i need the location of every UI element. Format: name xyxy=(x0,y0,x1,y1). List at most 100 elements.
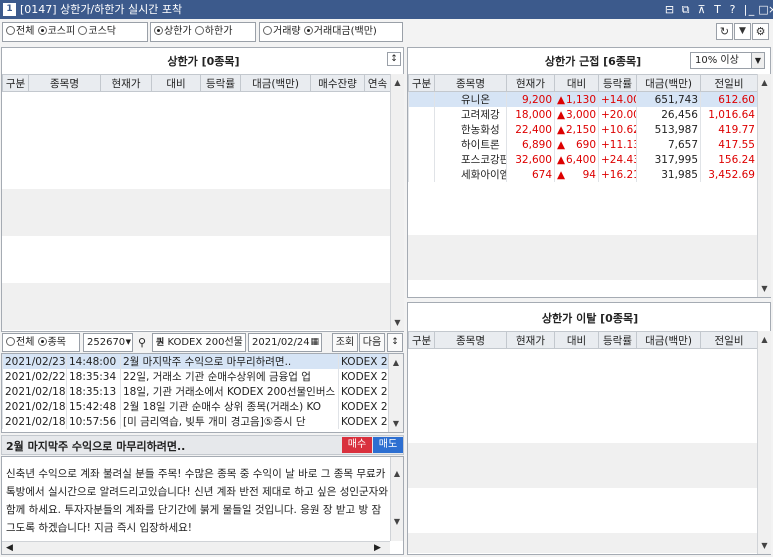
scroll-up-icon[interactable]: ▲ xyxy=(391,467,403,480)
scroll-left-icon[interactable]: ◀ xyxy=(6,542,13,554)
upper-limit-table: 구분 종목명 현재가 대비 등락률 대금(백만) 매수잔량 연속 xyxy=(2,74,391,92)
col-price[interactable]: 현재가 xyxy=(506,331,555,349)
list-item[interactable]: 2021/02/22 18:35:34 22일, 거래소 기관 순매수상위에 금융업… xyxy=(2,369,389,384)
col-price[interactable]: 현재가 xyxy=(506,74,555,92)
vertical-scrollbar[interactable]: ▲ ▼ xyxy=(757,331,771,554)
col-rate[interactable]: 등락률 xyxy=(200,74,241,92)
col-change[interactable]: 대비 xyxy=(554,331,599,349)
radio-lower-limit[interactable]: 하한가 xyxy=(194,26,232,37)
radio-trade-amount[interactable]: 거래대금(백만) xyxy=(303,26,377,37)
upper-limit-title: 상한가 [0종목] xyxy=(167,55,240,68)
up-arrow-icon: ▲ xyxy=(557,168,566,181)
scroll-down-icon[interactable]: ▼ xyxy=(389,417,403,430)
etf-icon: 퀀 xyxy=(156,338,165,348)
date-input[interactable]: 2021/02/24 ▦ xyxy=(248,333,322,352)
scroll-right-icon[interactable]: ▶ xyxy=(374,542,381,554)
sell-button[interactable]: 매도 xyxy=(373,437,403,453)
list-item[interactable]: 2021/02/18 10:57:56 [미 금리역습, 빚투 개미 경고음]⑤증시… xyxy=(2,414,389,429)
col-rate[interactable]: 등락률 xyxy=(598,331,637,349)
col-consecutive[interactable]: 연속 xyxy=(364,74,391,92)
font-icon[interactable]: T xyxy=(711,2,724,17)
col-name[interactable]: 종목명 xyxy=(434,74,507,92)
sort-toggle-icon[interactable]: ↕ xyxy=(387,52,401,66)
near-limit-title: 상한가 근접 [6종목] xyxy=(544,55,642,68)
radio-kospi[interactable]: 코스피 xyxy=(37,26,75,37)
dropdown-icon[interactable]: ▼ xyxy=(734,23,751,40)
vertical-scrollbar[interactable]: ▲ ▼ xyxy=(757,74,771,297)
col-price[interactable]: 현재가 xyxy=(100,74,152,92)
col-bid-qty[interactable]: 매수잔량 xyxy=(310,74,365,92)
col-amount[interactable]: 대금(백만) xyxy=(636,74,701,92)
col-prev-ratio[interactable]: 전일비 xyxy=(700,331,758,349)
search-icon[interactable]: ⚲ xyxy=(134,334,150,351)
col-prev-ratio[interactable]: 전일비 xyxy=(700,74,758,92)
col-amount[interactable]: 대금(백만) xyxy=(636,331,701,349)
up-arrow-icon: ▲ xyxy=(557,138,566,151)
calendar-icon[interactable]: ▦ xyxy=(310,334,319,351)
table-row[interactable]: 하이트론 6,890 ▲ 690 +11.13 7,657 417.55 xyxy=(408,137,758,152)
near-limit-table: 구분 종목명 현재가 대비 등락률 대금(백만) 전일비 유니온 9,200 ▲… xyxy=(408,74,758,182)
scroll-down-icon[interactable]: ▼ xyxy=(391,316,404,329)
scroll-up-icon[interactable]: ▲ xyxy=(391,76,404,89)
close-icon[interactable]: × xyxy=(768,2,773,17)
etf-name-field[interactable]: 퀀 KODEX 200선물 xyxy=(152,333,246,352)
market-filter: 전체 코스피 코스닥 xyxy=(2,22,148,42)
help-icon[interactable]: ? xyxy=(726,2,739,17)
stock-name[interactable]: 포스코강판 xyxy=(434,152,507,167)
settings-icon[interactable]: ⚙ xyxy=(752,23,769,40)
vertical-scrollbar[interactable]: ▲ ▼ xyxy=(388,354,403,432)
chevron-down-icon: ▼ xyxy=(751,53,764,68)
buy-button[interactable]: 매수 xyxy=(342,437,372,453)
radio-volume[interactable]: 거래량 xyxy=(263,26,301,37)
threshold-select[interactable]: 10% 이상 ▼ xyxy=(690,52,765,69)
restore-icon[interactable]: ⊟ xyxy=(663,2,676,17)
scroll-up-icon[interactable]: ▲ xyxy=(758,76,771,89)
refresh-icon[interactable]: ↻ xyxy=(716,23,733,40)
scroll-down-icon[interactable]: ▼ xyxy=(391,515,403,528)
stock-name[interactable]: 고려제강 xyxy=(434,107,507,122)
stock-name[interactable]: 하이트론 xyxy=(434,137,507,152)
col-type[interactable]: 구분 xyxy=(408,331,435,349)
radio-news-all[interactable]: 전체 xyxy=(6,337,34,348)
list-item[interactable]: 2021/02/18 15:42:48 2월 18일 기관 순매수 상위 종목(거래… xyxy=(2,399,389,414)
stock-name[interactable]: 유니온 xyxy=(434,91,507,107)
col-name[interactable]: 종목명 xyxy=(28,74,101,92)
table-row[interactable]: 고려제강 18,000 ▲ 3,000 +20.00 26,456 1,016.6… xyxy=(408,107,758,122)
col-rate[interactable]: 등락률 xyxy=(598,74,637,92)
row-stripe xyxy=(408,235,757,280)
pin-icon[interactable]: ⊼ xyxy=(695,2,708,17)
scroll-up-icon[interactable]: ▲ xyxy=(389,356,403,369)
list-item[interactable]: 2021/02/18 18:35:13 18일, 기관 거래소에서 KODEX 20… xyxy=(2,384,389,399)
list-item[interactable]: 2021/02/23 14:48:00 2월 마지막주 수익으로 마무리하려면.. K… xyxy=(2,354,389,369)
limit-filter: 상한가 하한가 xyxy=(150,22,256,42)
scroll-down-icon[interactable]: ▼ xyxy=(758,282,771,295)
sort-toggle-icon[interactable]: ↕ xyxy=(387,333,403,352)
vertical-scrollbar[interactable]: ▲ ▼ xyxy=(390,74,404,331)
table-row[interactable]: 한농화성 22,400 ▲ 2,150 +10.62 513,987 419.77 xyxy=(408,122,758,137)
radio-upper-limit[interactable]: 상한가 xyxy=(154,26,192,37)
scroll-down-icon[interactable]: ▼ xyxy=(758,539,771,552)
col-name[interactable]: 종목명 xyxy=(434,331,507,349)
col-type[interactable]: 구분 xyxy=(2,74,29,92)
scroll-up-icon[interactable]: ▲ xyxy=(758,333,771,346)
next-button[interactable]: 다음 xyxy=(359,333,385,352)
stock-code-input[interactable]: 252670 ▼ xyxy=(83,333,133,352)
radio-news-stock[interactable]: 종목 xyxy=(37,337,66,348)
row-stripe xyxy=(408,443,757,488)
chevron-down-icon[interactable]: ▼ xyxy=(126,334,131,351)
cascade-icon[interactable]: ⧉ xyxy=(679,2,692,17)
col-type[interactable]: 구분 xyxy=(408,74,435,92)
radio-all[interactable]: 전체 xyxy=(6,26,34,37)
col-change[interactable]: 대비 xyxy=(151,74,201,92)
stock-name[interactable]: 세화아이엠씨 xyxy=(434,167,507,182)
stock-name[interactable]: 한농화성 xyxy=(434,122,507,137)
radio-kosdaq[interactable]: 코스닥 xyxy=(78,26,116,37)
col-amount[interactable]: 대금(백만) xyxy=(240,74,311,92)
table-row[interactable]: 유니온 9,200 ▲ 1,130 +14.00 651,743 612.60 xyxy=(408,91,758,107)
vertical-scrollbar[interactable]: ▲ ▼ xyxy=(390,457,403,541)
table-row[interactable]: 포스코강판 32,600 ▲ 6,400 +24.43 317,995 156.2… xyxy=(408,152,758,167)
query-button[interactable]: 조회 xyxy=(332,333,358,352)
table-row[interactable]: 세화아이엠씨 674 ▲94 +16.21 31,985 3,452.69 xyxy=(408,167,758,182)
col-change[interactable]: 대비 xyxy=(554,74,599,92)
horizontal-scrollbar[interactable]: ◀ ▶ xyxy=(2,541,390,554)
